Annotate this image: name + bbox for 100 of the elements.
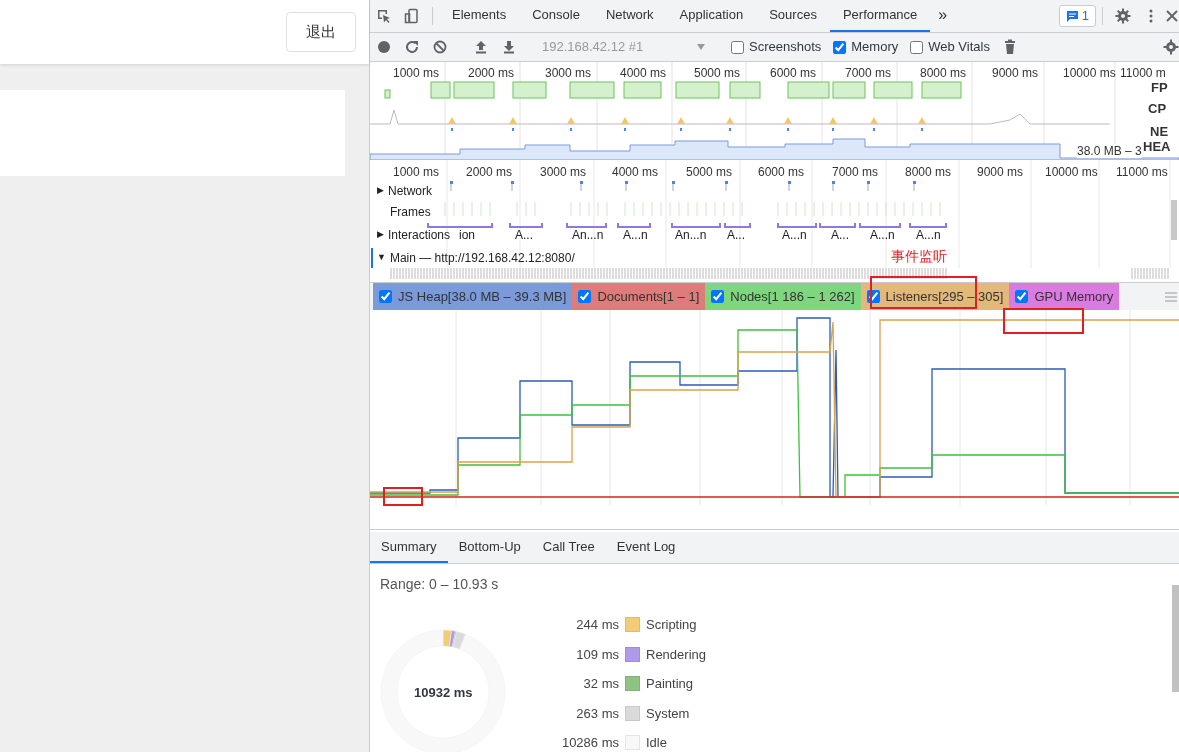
inspect-icon[interactable] xyxy=(376,8,392,24)
checkbox[interactable] xyxy=(833,40,847,54)
checkbox-label: Screenshots xyxy=(749,38,822,57)
highlight-box xyxy=(383,487,423,506)
track-label[interactable]: Network xyxy=(388,182,432,200)
panel-tab[interactable]: Application xyxy=(666,0,757,32)
counter-toggle[interactable]: Listeners[295 – 305] xyxy=(860,283,1010,310)
category-time: 109 ms xyxy=(575,645,619,664)
checkbox[interactable] xyxy=(866,290,880,303)
panel-tab[interactable]: Sources xyxy=(756,0,830,32)
time-tick: 10000 ms xyxy=(1063,65,1116,82)
checkbox[interactable] xyxy=(711,290,725,303)
annotation-text: 事件监听 xyxy=(891,247,947,266)
counter-toggle[interactable]: GPU Memory xyxy=(1009,283,1120,310)
time-tick: 9000 ms xyxy=(992,65,1039,82)
counter-toggle[interactable]: Documents[1 – 1] xyxy=(572,283,706,310)
scrollbar-thumb[interactable] xyxy=(1171,200,1177,240)
category-time: 32 ms xyxy=(582,675,619,693)
category-time: 10286 ms xyxy=(560,734,619,752)
interaction-label: A...n xyxy=(916,227,941,244)
logout-button[interactable]: 退出 xyxy=(286,11,356,53)
category-label: Scripting xyxy=(646,616,698,634)
time-tick: 6000 ms xyxy=(770,65,817,82)
track-label: HEA xyxy=(1143,138,1171,156)
panel-tab[interactable]: Event Log xyxy=(605,532,687,563)
drag-handle-icon xyxy=(1165,291,1177,302)
close-icon[interactable] xyxy=(1165,8,1179,24)
checkbox-label: Web Vitals xyxy=(928,38,990,57)
panel-tab[interactable]: Console xyxy=(519,0,593,32)
interaction-label: A...n xyxy=(782,227,807,244)
total-time: 10932 ms xyxy=(414,684,473,702)
time-tick: 4000 ms xyxy=(612,164,659,181)
time-tick: 1000 ms xyxy=(393,65,440,82)
download-icon[interactable] xyxy=(501,39,517,55)
clear-icon[interactable] xyxy=(432,39,448,55)
counter-toggle[interactable]: JS Heap[38.0 MB – 39.3 MB] xyxy=(373,283,573,310)
category-label: Painting xyxy=(646,675,694,693)
time-tick: 8000 ms xyxy=(920,65,967,82)
interaction-label: An...n xyxy=(572,227,604,244)
time-tick: 10000 ms xyxy=(1045,164,1098,181)
time-tick: 5000 ms xyxy=(686,164,733,181)
time-tick: 3000 ms xyxy=(545,65,592,82)
settings-icon[interactable] xyxy=(1115,8,1131,24)
range-text: Range: 0 – 10.93 s xyxy=(380,575,499,594)
time-tick: 3000 ms xyxy=(540,164,587,181)
time-tick: 8000 ms xyxy=(905,164,952,181)
expand-arrow[interactable]: ▼ xyxy=(377,251,386,265)
heap-reading: 38.0 MB – 3 xyxy=(1077,144,1142,158)
panel-tab[interactable]: Network xyxy=(592,0,667,32)
interaction-label: ion xyxy=(459,227,475,244)
time-tick: 1000 ms xyxy=(393,164,440,181)
time-tick: 9000 ms xyxy=(977,164,1024,181)
message-icon xyxy=(1065,9,1079,23)
time-tick: 5000 ms xyxy=(694,65,741,82)
time-tick: 7000 ms xyxy=(845,65,892,82)
category-time: 244 ms xyxy=(575,616,619,634)
upload-icon[interactable] xyxy=(473,39,489,55)
checkbox[interactable] xyxy=(1015,290,1029,303)
checkbox-label: Memory xyxy=(851,38,899,57)
settings-icon[interactable] xyxy=(1163,39,1179,55)
time-tick: 7000 ms xyxy=(832,164,879,181)
expand-arrow[interactable]: ▶ xyxy=(377,228,384,242)
checkbox[interactable] xyxy=(731,40,744,54)
scrollbar-thumb[interactable] xyxy=(1172,585,1179,692)
panel-tab[interactable]: Bottom-Up xyxy=(447,532,532,563)
track-label: FP xyxy=(1151,79,1168,97)
more-tabs-button[interactable]: » xyxy=(930,0,956,32)
interaction-label: A...n xyxy=(870,227,895,244)
issues-button[interactable]: 1 xyxy=(1058,5,1096,27)
track-label: CP xyxy=(1148,100,1167,118)
time-tick: 6000 ms xyxy=(758,164,805,181)
category-time: 263 ms xyxy=(575,704,619,723)
checkbox[interactable] xyxy=(578,290,592,303)
panel-tab[interactable]: Summary xyxy=(370,532,448,563)
category-label: Rendering xyxy=(646,645,706,664)
interaction-label: A...n xyxy=(623,227,648,244)
checkbox[interactable] xyxy=(379,290,392,303)
counter-toggle[interactable]: Nodes[1 186 – 1 262] xyxy=(705,283,861,310)
record-icon[interactable] xyxy=(376,39,392,55)
device-toolbar-icon[interactable] xyxy=(404,8,420,24)
category-label: System xyxy=(646,704,691,723)
interaction-label: An...n xyxy=(675,227,707,244)
interaction-label: A... xyxy=(831,227,849,244)
time-tick: 4000 ms xyxy=(620,65,667,82)
track-label[interactable]: Interactions xyxy=(388,226,451,244)
time-tick: 2000 ms xyxy=(468,65,515,82)
expand-arrow[interactable]: ▶ xyxy=(377,184,384,198)
time-tick: 11000 m xyxy=(1120,65,1166,82)
category-label: Idle xyxy=(646,734,668,752)
track-label: Main — http://192.168.42.12:8080/ xyxy=(389,250,575,267)
reload-icon[interactable] xyxy=(404,39,420,55)
checkbox[interactable] xyxy=(910,40,924,54)
track-label[interactable]: Frames xyxy=(390,203,431,221)
panel-tab[interactable]: Elements xyxy=(439,0,520,32)
panel-tab[interactable]: Call Tree xyxy=(531,532,606,563)
caret-icon xyxy=(696,42,706,52)
time-tick: 2000 ms xyxy=(466,164,513,181)
interaction-label: A... xyxy=(515,227,533,244)
interaction-label: A... xyxy=(727,227,745,244)
time-tick: 11000 ms xyxy=(1116,164,1168,181)
